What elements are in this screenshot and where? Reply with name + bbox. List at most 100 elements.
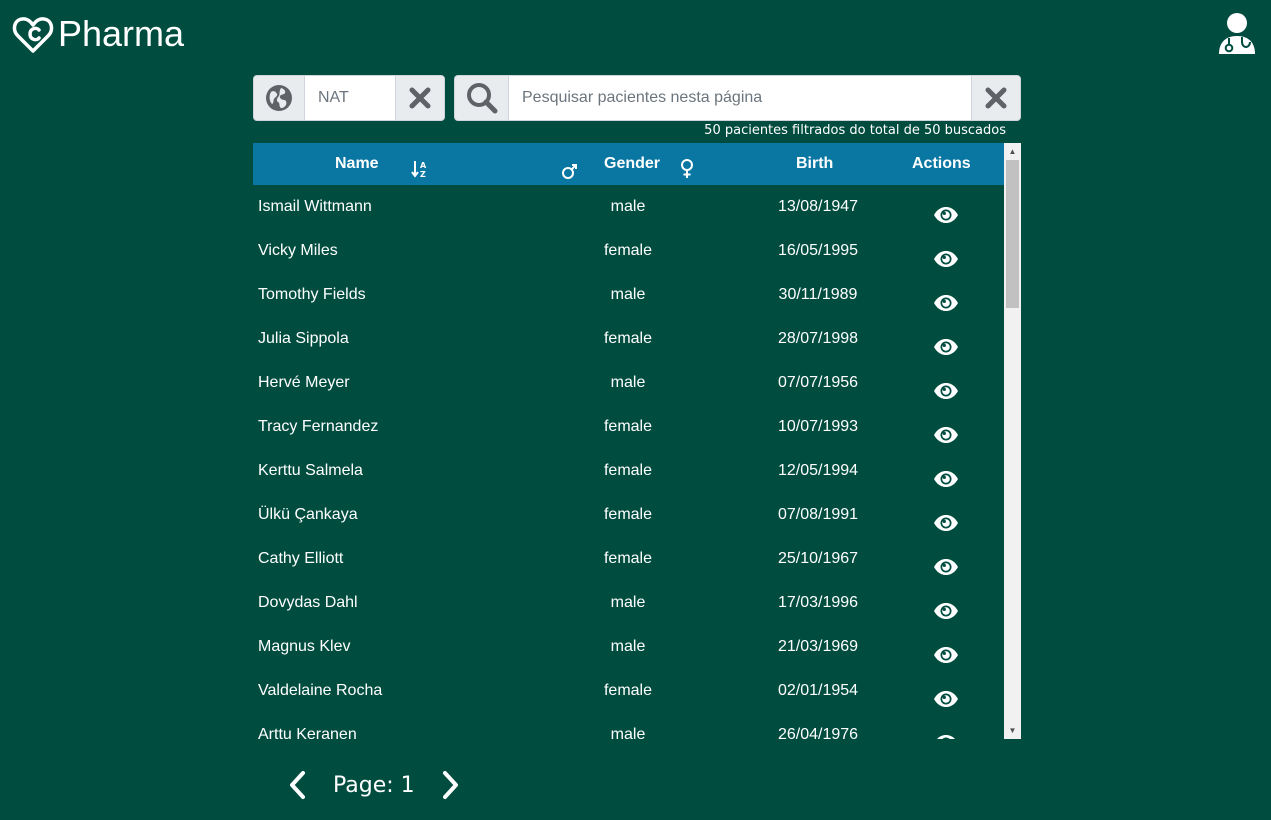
patient-birth: 10/07/1993 [777, 418, 859, 435]
search-button[interactable] [454, 75, 509, 121]
close-icon [985, 87, 1007, 109]
patient-name: Valdelaine Rocha [258, 682, 383, 699]
patient-gender: female [603, 550, 653, 567]
patient-name: Tomothy Fields [258, 286, 366, 303]
eye-icon[interactable] [933, 462, 963, 487]
column-gender-header[interactable]: Gender [604, 143, 660, 185]
page-label: Page: 1 [333, 772, 415, 798]
country-filter-input[interactable] [305, 75, 395, 121]
patient-gender: male [610, 594, 646, 611]
patient-name: Julia Sippola [258, 330, 349, 347]
patient-gender: male [610, 726, 646, 739]
search-icon [466, 83, 497, 114]
eye-icon[interactable] [933, 638, 963, 663]
app-title: Pharma [58, 13, 185, 54]
eye-icon[interactable] [933, 330, 963, 355]
globe-icon [266, 85, 292, 111]
patients-table: Name A Z Gender Birth Actions Ismail Wit… [253, 143, 1021, 739]
patient-birth: 02/01/1954 [777, 682, 859, 699]
patient-name: Magnus Klev [258, 638, 351, 655]
patient-birth: 16/05/1995 [777, 242, 859, 259]
patient-birth: 25/10/1967 [777, 550, 859, 567]
column-birth-header[interactable]: Birth [796, 143, 833, 185]
table-row: Dovydas Dahl male 17/03/1996 [253, 581, 1004, 625]
eye-icon[interactable] [933, 198, 963, 223]
table-row: Tracy Fernandez female 10/07/1993 [253, 405, 1004, 449]
table-row: Magnus Klev male 21/03/1969 [253, 625, 1004, 669]
female-icon[interactable] [680, 154, 694, 178]
eye-icon[interactable] [933, 594, 963, 619]
scroll-up-arrow-icon[interactable]: ▲ [1004, 143, 1021, 160]
table-row: Valdelaine Rocha female 02/01/1954 [253, 669, 1004, 713]
pagination: Page: 1 [285, 762, 463, 808]
patient-name: Hervé Meyer [258, 374, 350, 391]
patient-name: Ülkü Çankaya [258, 506, 358, 523]
scroll-down-arrow-icon[interactable]: ▼ [1004, 722, 1021, 739]
country-clear-button[interactable] [395, 75, 445, 121]
patient-name: Ismail Wittmann [258, 198, 372, 215]
patient-gender: female [603, 418, 653, 435]
country-filter-button[interactable] [253, 75, 305, 121]
table-row: Ismail Wittmann male 13/08/1947 [253, 185, 1004, 229]
table-row: Vicky Miles female 16/05/1995 [253, 229, 1004, 273]
patient-name: Vicky Miles [258, 242, 338, 259]
search-clear-button[interactable] [971, 75, 1021, 121]
patient-gender: female [603, 330, 653, 347]
patient-name: Arttu Keranen [258, 726, 357, 739]
column-name-header[interactable]: Name [335, 143, 379, 185]
patient-birth: 21/03/1969 [777, 638, 859, 655]
table-row: Cathy Elliott female 25/10/1967 [253, 537, 1004, 581]
eye-icon[interactable] [933, 550, 963, 575]
close-icon [409, 87, 431, 109]
patient-birth: 13/08/1947 [777, 198, 859, 215]
table-header: Name A Z Gender Birth Actions [253, 143, 1004, 185]
patient-birth: 28/07/1998 [777, 330, 859, 347]
patient-birth: 30/11/1989 [778, 286, 858, 303]
app-logo: Pharma [12, 14, 184, 54]
eye-icon[interactable] [933, 242, 963, 267]
chevron-left-icon[interactable] [285, 769, 309, 801]
doctor-icon[interactable] [1216, 12, 1258, 56]
patient-name: Tracy Fernandez [258, 418, 379, 435]
svg-text:A: A [420, 161, 427, 170]
scroll-thumb[interactable] [1006, 160, 1019, 308]
search-input[interactable] [509, 75, 971, 121]
patient-gender: male [610, 198, 646, 215]
table-row: Julia Sippola female 28/07/1998 [253, 317, 1004, 361]
table-row: Arttu Keranen male 26/04/1976 [253, 713, 1004, 739]
eye-icon[interactable] [933, 374, 963, 399]
patient-gender: female [603, 242, 653, 259]
patient-birth: 07/08/1991 [777, 506, 859, 523]
patient-gender: female [603, 506, 653, 523]
patient-name: Dovydas Dahl [258, 594, 358, 611]
heart-c-icon [12, 17, 54, 53]
patient-gender: female [603, 462, 653, 479]
patient-name: Kerttu Salmela [258, 462, 363, 479]
table-row: Kerttu Salmela female 12/05/1994 [253, 449, 1004, 493]
patient-birth: 17/03/1996 [777, 594, 859, 611]
patient-name: Cathy Elliott [258, 550, 344, 567]
eye-icon[interactable] [933, 418, 963, 443]
male-icon[interactable] [562, 155, 578, 179]
table-scrollbar[interactable]: ▲ ▼ [1004, 143, 1021, 739]
patient-gender: female [603, 682, 653, 699]
patient-gender: male [610, 286, 646, 303]
table-body: Ismail Wittmann male 13/08/1947 Vicky Mi… [253, 185, 1004, 739]
eye-icon[interactable] [933, 506, 963, 531]
svg-text:Z: Z [420, 170, 426, 179]
eye-icon[interactable] [933, 286, 963, 311]
table-row: Hervé Meyer male 07/07/1956 [253, 361, 1004, 405]
patient-birth: 26/04/1976 [777, 726, 859, 739]
filter-count-text: 50 pacientes filtrados do total de 50 bu… [704, 123, 1006, 138]
column-actions-header: Actions [912, 155, 971, 172]
table-row: Tomothy Fields male 30/11/1989 [253, 273, 1004, 317]
table-row: Ülkü Çankaya female 07/08/1991 [253, 493, 1004, 537]
chevron-right-icon[interactable] [439, 769, 463, 801]
eye-icon[interactable] [933, 682, 963, 707]
patient-birth: 12/05/1994 [777, 462, 859, 479]
patient-gender: male [610, 638, 646, 655]
patient-gender: male [610, 374, 646, 391]
patient-birth: 07/07/1956 [777, 374, 859, 391]
sort-alpha-down-icon[interactable]: A Z [411, 154, 427, 179]
eye-icon[interactable] [933, 726, 963, 739]
